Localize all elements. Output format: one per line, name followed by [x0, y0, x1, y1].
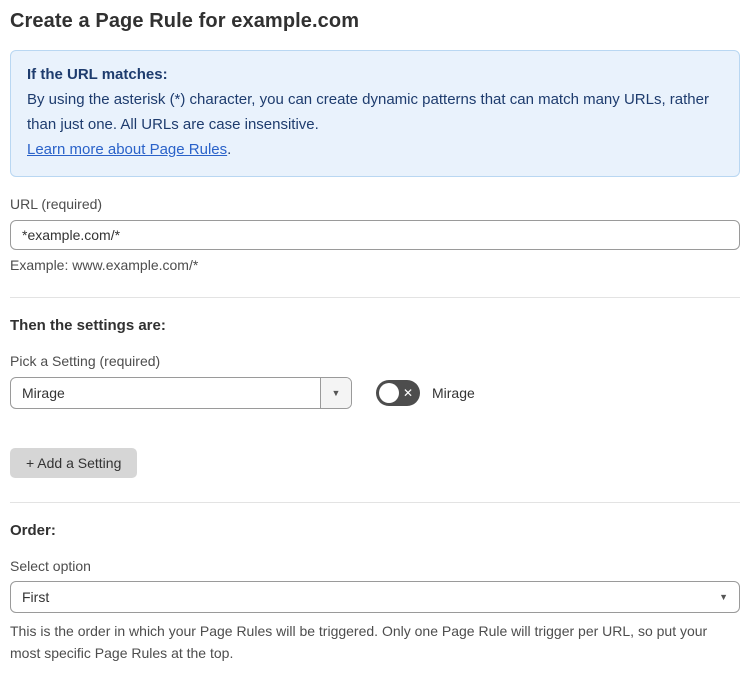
- url-match-info-box: If the URL matches: By using the asteris…: [10, 50, 740, 177]
- create-page-rule-form: Create a Page Rule for example.com If th…: [0, 0, 750, 684]
- pick-setting-label: Pick a Setting (required): [10, 353, 161, 369]
- url-input[interactable]: [10, 220, 740, 250]
- setting-select[interactable]: Mirage ▼: [10, 377, 352, 409]
- order-select[interactable]: First ▼: [10, 581, 740, 613]
- add-setting-button[interactable]: + Add a Setting: [10, 448, 138, 478]
- learn-more-link[interactable]: Learn more about Page Rules: [27, 141, 227, 158]
- divider: [10, 502, 740, 503]
- chevron-down-icon[interactable]: ▼: [320, 378, 351, 408]
- url-example-hint: Example: www.example.com/*: [10, 257, 199, 273]
- info-box-body: By using the asterisk (*) character, you…: [27, 91, 709, 133]
- setting-select-value: Mirage: [22, 385, 65, 401]
- setting-row: Mirage ▼ ✕ Mirage: [10, 377, 740, 409]
- select-option-label: Select option: [10, 558, 91, 574]
- divider: [10, 297, 740, 298]
- settings-heading: Then the settings are:: [10, 317, 166, 334]
- link-suffix: .: [227, 141, 232, 158]
- toggle-knob: [379, 383, 399, 403]
- order-select-value: First: [22, 589, 50, 605]
- x-icon: ✕: [402, 385, 413, 400]
- info-box-heading: If the URL matches:: [27, 66, 168, 83]
- info-box-link-line: Learn more about Page Rules.: [27, 137, 723, 162]
- chevron-down-icon: ▼: [719, 592, 728, 602]
- mirage-toggle[interactable]: ✕: [376, 380, 420, 406]
- page-title: Create a Page Rule for example.com: [10, 10, 360, 32]
- toggle-label: Mirage: [432, 385, 475, 401]
- url-label: URL (required): [10, 196, 103, 212]
- order-heading: Order:: [10, 522, 56, 539]
- order-help-text: This is the order in which your Page Rul…: [10, 623, 708, 661]
